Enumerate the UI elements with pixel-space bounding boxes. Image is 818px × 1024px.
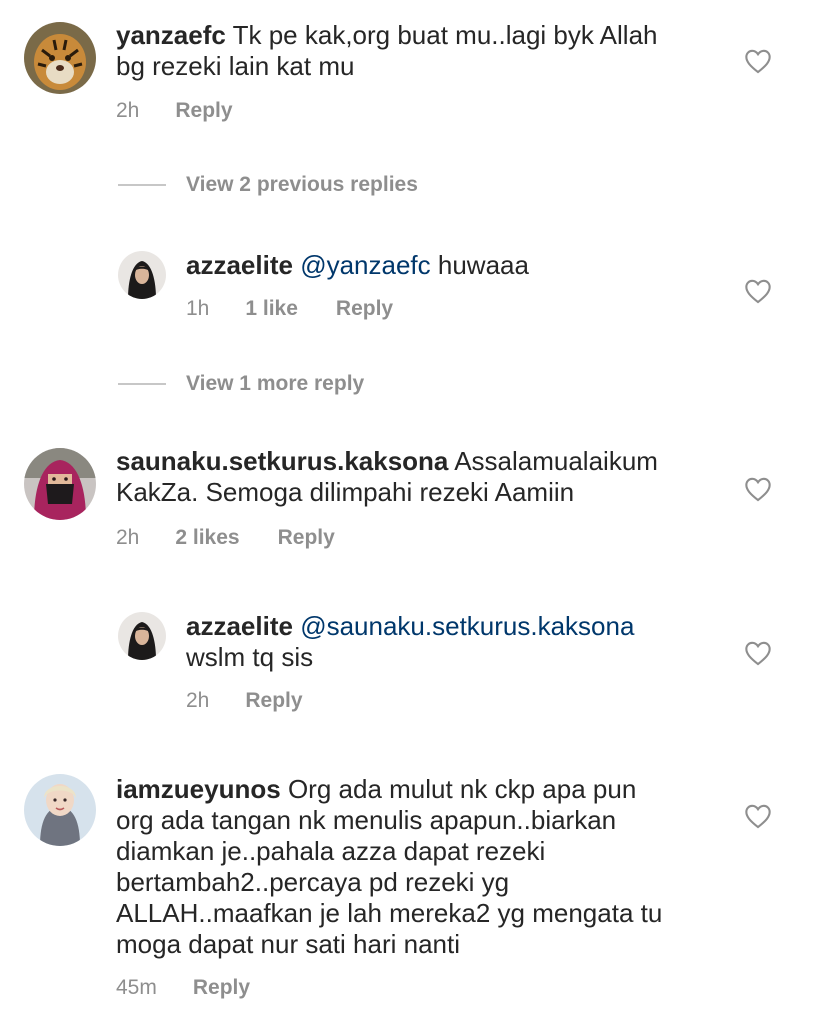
comment-text-line2: org ada tangan nk menulis apapun..biarka…	[116, 805, 617, 835]
mention-link[interactable]: @yanzaefc	[300, 250, 430, 280]
view-more-replies-button[interactable]: View 1 more reply	[118, 372, 364, 396]
likes-count[interactable]: 2 likes	[175, 525, 239, 551]
like-heart-icon[interactable]	[744, 278, 772, 304]
view-more-replies-label: View 1 more reply	[186, 372, 365, 395]
comment-text-line5: ALLAH..maafkan je lah mereka2 yg mengata…	[116, 898, 663, 928]
reply-button[interactable]: Reply	[336, 296, 393, 322]
tiger-avatar-icon	[24, 22, 96, 94]
comment-username[interactable]: azzaelite	[186, 250, 293, 280]
niqab-avatar-icon	[24, 448, 96, 520]
comment-text-line2: KakZa. Semoga dilimpahi rezeki Aamiin	[116, 477, 575, 507]
comment-text-line3: diamkan je..pahala azza dapat rezeki	[116, 836, 546, 866]
like-heart-icon[interactable]	[744, 640, 772, 666]
comment-timestamp: 45m	[116, 976, 157, 999]
comment-timestamp: 2h	[116, 99, 140, 122]
like-heart-icon[interactable]	[744, 803, 772, 829]
comment-timestamp: 1h	[186, 297, 210, 320]
like-heart-icon[interactable]	[744, 48, 772, 74]
reply-button[interactable]: Reply	[193, 975, 250, 1001]
likes-count[interactable]: 1 like	[245, 296, 298, 322]
comment-text-line1: Tk pe kak,org buat mu..lagi byk Allah	[232, 20, 658, 50]
comment-username[interactable]: yanzaefc	[116, 20, 226, 50]
comment-text-line1: Org ada mulut nk ckp apa pun	[287, 774, 637, 804]
mention-link[interactable]: @saunaku.setkurus.kaksona	[300, 611, 634, 641]
avatar[interactable]	[24, 448, 96, 520]
comment-username[interactable]: saunaku.setkurus.kaksona	[116, 446, 448, 476]
comment-text-line2: bg rezeki lain kat mu	[116, 51, 355, 81]
comment-timestamp: 2h	[116, 526, 140, 549]
reply-button[interactable]: Reply	[278, 525, 335, 551]
comment-text: huwaaa	[437, 250, 529, 280]
thread-divider-line	[118, 383, 166, 385]
view-previous-replies-button[interactable]: View 2 previous replies	[118, 173, 418, 197]
avatar[interactable]	[118, 612, 166, 660]
comment-text-line1: Assalamualaikum	[454, 446, 658, 476]
comment-username[interactable]: iamzueyunos	[116, 774, 281, 804]
avatar[interactable]	[24, 22, 96, 94]
reply-button[interactable]: Reply	[245, 688, 302, 714]
thread-divider-line	[118, 184, 166, 186]
woman-hijab-avatar-icon	[118, 612, 166, 660]
view-previous-replies-label: View 2 previous replies	[186, 173, 418, 196]
comment-timestamp: 2h	[186, 689, 210, 712]
avatar[interactable]	[24, 774, 96, 846]
like-heart-icon[interactable]	[744, 476, 772, 502]
comment-username[interactable]: azzaelite	[186, 611, 293, 641]
comment-text-line4: bertambah2..percaya pd rezeki yg	[116, 867, 510, 897]
comment-text: wslm tq sis	[186, 642, 314, 672]
avatar[interactable]	[118, 251, 166, 299]
woman-hijab-avatar-icon	[118, 251, 166, 299]
reply-button[interactable]: Reply	[175, 98, 232, 124]
comment-text-line6: moga dapat nur sati hari nanti	[116, 929, 460, 959]
woman-avatar-icon	[24, 774, 96, 846]
